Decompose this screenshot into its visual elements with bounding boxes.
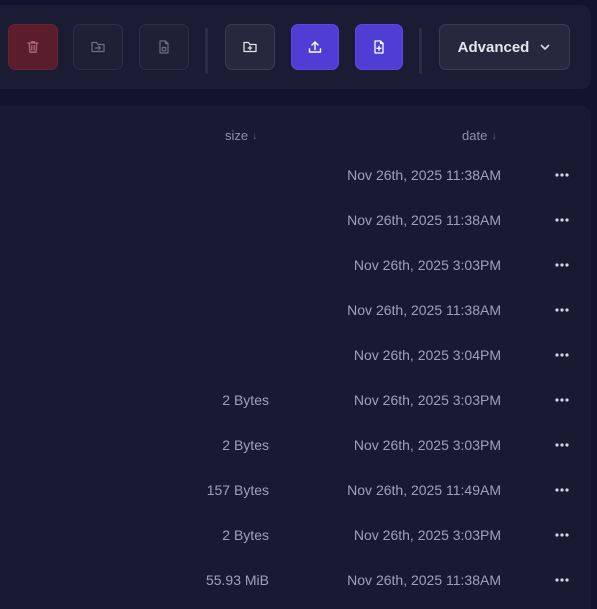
- toolbar-divider: [205, 28, 208, 74]
- toolbar: Advanced: [0, 5, 591, 89]
- more-options-button[interactable]: [554, 393, 570, 407]
- file-row[interactable]: 55.93 MiB Nov 26th, 2025 11:38AM: [0, 558, 591, 603]
- toolbar-divider: [419, 28, 422, 74]
- more-options-icon: [555, 578, 569, 582]
- sort-arrow-icon: ↓: [491, 129, 497, 142]
- file-date: Nov 26th, 2025 11:38AM: [347, 302, 501, 318]
- more-options-icon: [555, 218, 569, 222]
- new-file-button[interactable]: [355, 24, 403, 70]
- file-copy-icon: [159, 40, 169, 54]
- file-size: 55.93 MiB: [205, 572, 269, 588]
- date-header-label: date: [462, 128, 488, 143]
- sort-arrow-icon: ↓: [252, 129, 258, 142]
- file-row[interactable]: Nov 26th, 2025 3:04PM: [0, 333, 591, 378]
- more-options-button[interactable]: [554, 213, 570, 227]
- file-row[interactable]: Nov 26th, 2025 3:03PM: [0, 243, 591, 288]
- file-size: 2 Bytes: [222, 527, 269, 543]
- file-date: Nov 26th, 2025 3:03PM: [353, 257, 501, 273]
- column-header-date[interactable]: date ↓: [462, 128, 497, 143]
- more-options-icon: [555, 533, 569, 537]
- file-date: Nov 26th, 2025 11:38AM: [347, 572, 501, 588]
- more-options-icon: [555, 308, 569, 312]
- more-options-button[interactable]: [554, 483, 570, 497]
- folder-move-icon: [91, 41, 105, 53]
- advanced-dropdown-button[interactable]: Advanced: [439, 24, 570, 70]
- more-options-button[interactable]: [554, 438, 570, 452]
- upload-button[interactable]: [291, 24, 339, 70]
- more-options-button[interactable]: [554, 528, 570, 542]
- file-date: Nov 26th, 2025 11:49AM: [347, 482, 501, 498]
- file-date: Nov 26th, 2025 3:04PM: [353, 347, 501, 363]
- delete-button[interactable]: [8, 24, 58, 70]
- file-size: 2 Bytes: [222, 392, 269, 408]
- new-folder-button[interactable]: [225, 24, 275, 70]
- more-options-button[interactable]: [554, 168, 570, 182]
- file-row[interactable]: 157 Bytes Nov 26th, 2025 11:49AM: [0, 468, 591, 513]
- file-row[interactable]: Nov 26th, 2025 11:38AM: [0, 288, 591, 333]
- file-row[interactable]: 2 Bytes Nov 26th, 2025 3:03PM: [0, 423, 591, 468]
- more-options-icon: [555, 398, 569, 402]
- upload-icon: [308, 41, 322, 53]
- copy-button[interactable]: [139, 24, 189, 70]
- file-row[interactable]: Nov 26th, 2025 11:38AM: [0, 198, 591, 243]
- column-header-size[interactable]: size ↓: [225, 128, 258, 143]
- more-options-icon: [555, 488, 569, 492]
- more-options-button[interactable]: [554, 573, 570, 587]
- file-row[interactable]: 2 Bytes Nov 26th, 2025 3:03PM: [0, 513, 591, 558]
- file-date: Nov 26th, 2025 11:38AM: [347, 167, 501, 183]
- file-manager-view: Advanced size ↓ date ↓ Nov 26th, 2025 11…: [0, 0, 597, 609]
- folder-plus-icon: [243, 41, 257, 53]
- more-options-icon: [555, 173, 569, 177]
- more-options-icon: [555, 353, 569, 357]
- more-options-button[interactable]: [554, 303, 570, 317]
- chevron-down-icon: [541, 44, 550, 50]
- file-date: Nov 26th, 2025 3:03PM: [353, 392, 501, 408]
- file-plus-icon: [374, 40, 384, 54]
- more-options-icon: [555, 443, 569, 447]
- file-size: 157 Bytes: [206, 482, 269, 498]
- file-date: Nov 26th, 2025 3:03PM: [353, 437, 501, 453]
- trash-icon: [27, 41, 39, 53]
- file-date: Nov 26th, 2025 3:03PM: [353, 527, 501, 543]
- move-button[interactable]: [73, 24, 123, 70]
- file-date: Nov 26th, 2025 11:38AM: [347, 212, 501, 228]
- more-options-button[interactable]: [554, 348, 570, 362]
- file-row[interactable]: Nov 26th, 2025 11:38AM: [0, 153, 591, 198]
- more-options-button[interactable]: [554, 258, 570, 272]
- file-row[interactable]: 2 Bytes Nov 26th, 2025 3:03PM: [0, 378, 591, 423]
- file-size: 2 Bytes: [222, 437, 269, 453]
- more-options-icon: [555, 263, 569, 267]
- size-header-label: size: [225, 128, 249, 143]
- advanced-label: Advanced: [457, 38, 530, 56]
